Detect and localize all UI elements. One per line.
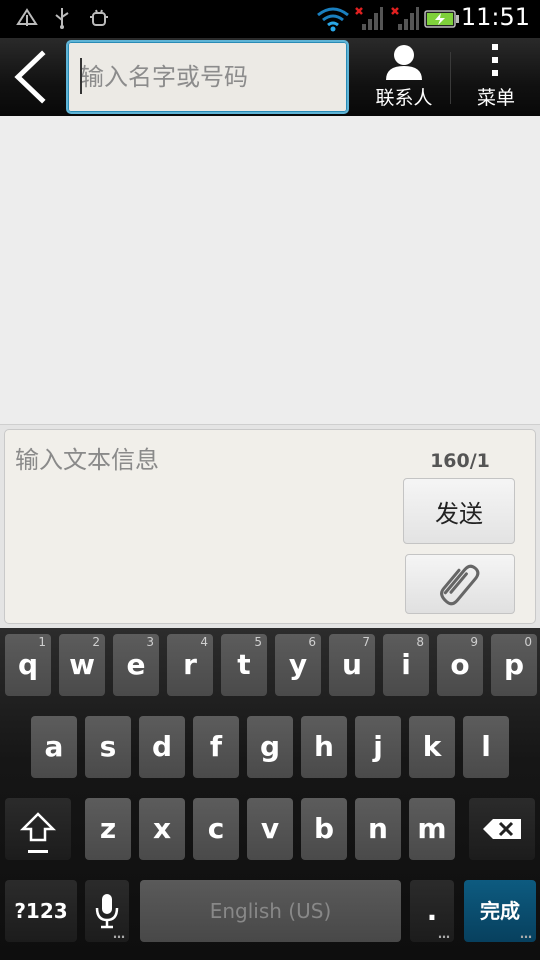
key-z[interactable]: z — [85, 798, 131, 860]
key-o[interactable]: o9 — [437, 634, 483, 696]
paperclip-icon — [440, 564, 480, 606]
key-m[interactable]: m — [409, 798, 455, 860]
key-label: u — [342, 648, 362, 681]
key-number-hint: 6 — [308, 635, 316, 649]
signal-no-service-icon — [355, 7, 383, 30]
key-v[interactable]: v — [247, 798, 293, 860]
key-i[interactable]: i8 — [383, 634, 429, 696]
key-label: r — [183, 648, 197, 681]
backspace-icon — [483, 819, 521, 839]
key-number-hint: 1 — [38, 635, 46, 649]
key-number-hint: 8 — [416, 635, 424, 649]
symbols-key[interactable]: ?123 — [5, 880, 77, 942]
key-label: o — [450, 648, 470, 681]
key-label: t — [237, 648, 251, 681]
backspace-key[interactable] — [469, 798, 535, 860]
key-l[interactable]: l — [463, 716, 509, 778]
more-vertical-icon — [492, 44, 498, 76]
action-bar: 联系人 菜单 — [0, 38, 540, 116]
status-bar: 11:51 — [0, 0, 540, 38]
key-label: p — [503, 648, 525, 681]
key-c[interactable]: c — [193, 798, 239, 860]
key-p[interactable]: p0 — [491, 634, 537, 696]
more-indicator: … — [520, 927, 532, 941]
key-label: i — [401, 648, 411, 681]
character-counter: 160/1 — [430, 450, 490, 472]
key-s[interactable]: s — [85, 716, 131, 778]
key-number-hint: 2 — [92, 635, 100, 649]
key-e[interactable]: e3 — [113, 634, 159, 696]
key-label: q — [17, 648, 39, 681]
key-number-hint: 5 — [254, 635, 262, 649]
key-u[interactable]: u7 — [329, 634, 375, 696]
compose-box: 160/1 发送 — [4, 429, 536, 624]
divider — [450, 52, 451, 104]
android-debug-icon — [90, 9, 108, 26]
signal-no-service-icon — [391, 7, 419, 30]
key-number-hint: 3 — [146, 635, 154, 649]
key-q[interactable]: q1 — [5, 634, 51, 696]
period-key[interactable]: . … — [410, 880, 454, 942]
message-input[interactable] — [15, 440, 395, 610]
key-a[interactable]: a — [31, 716, 77, 778]
menu-button[interactable]: 菜单 — [452, 38, 540, 116]
key-number-hint: 0 — [524, 635, 532, 649]
more-indicator: … — [113, 927, 125, 941]
recipient-input[interactable] — [66, 40, 349, 114]
attach-button[interactable] — [405, 554, 515, 614]
key-n[interactable]: n — [355, 798, 401, 860]
notification-up-icon — [16, 8, 38, 26]
status-time: 11:51 — [460, 3, 530, 31]
wifi-icon — [317, 7, 349, 32]
key-w[interactable]: w2 — [59, 634, 105, 696]
back-button[interactable] — [0, 38, 60, 116]
key-k[interactable]: k — [409, 716, 455, 778]
key-h[interactable]: h — [301, 716, 347, 778]
battery-charging-icon — [424, 10, 459, 28]
contacts-label: 联系人 — [375, 87, 433, 109]
shift-key[interactable] — [5, 798, 71, 860]
message-list — [0, 116, 540, 424]
key-number-hint: 7 — [362, 635, 370, 649]
text-cursor — [80, 58, 82, 94]
key-b[interactable]: b — [301, 798, 347, 860]
key-t[interactable]: t5 — [221, 634, 267, 696]
send-button[interactable]: 发送 — [403, 478, 515, 544]
done-label: 完成 — [480, 899, 520, 923]
key-d[interactable]: d — [139, 716, 185, 778]
menu-label: 菜单 — [476, 87, 515, 109]
compose-bar: 160/1 发送 — [0, 424, 540, 628]
key-g[interactable]: g — [247, 716, 293, 778]
key-label: y — [288, 648, 308, 681]
usb-icon — [55, 8, 69, 29]
key-x[interactable]: x — [139, 798, 185, 860]
contacts-button[interactable]: 联系人 — [360, 38, 448, 116]
voice-input-key[interactable]: … — [85, 880, 129, 942]
key-label: e — [126, 648, 146, 681]
key-f[interactable]: f — [193, 716, 239, 778]
shift-icon — [19, 812, 57, 853]
done-key[interactable]: 完成 … — [464, 880, 536, 942]
key-number-hint: 9 — [470, 635, 478, 649]
contact-person-icon — [386, 45, 422, 80]
chevron-left-icon — [14, 50, 46, 104]
key-j[interactable]: j — [355, 716, 401, 778]
key-label: w — [69, 648, 95, 681]
space-key[interactable]: English (US) — [140, 880, 401, 942]
key-r[interactable]: r4 — [167, 634, 213, 696]
period-label: . — [426, 894, 438, 927]
key-number-hint: 4 — [200, 635, 208, 649]
soft-keyboard: q1w2e3r4t5y6u7i8o9p0 asdfghjkl zxcvbnm ?… — [0, 628, 540, 960]
more-indicator: … — [438, 927, 450, 941]
key-y[interactable]: y6 — [275, 634, 321, 696]
